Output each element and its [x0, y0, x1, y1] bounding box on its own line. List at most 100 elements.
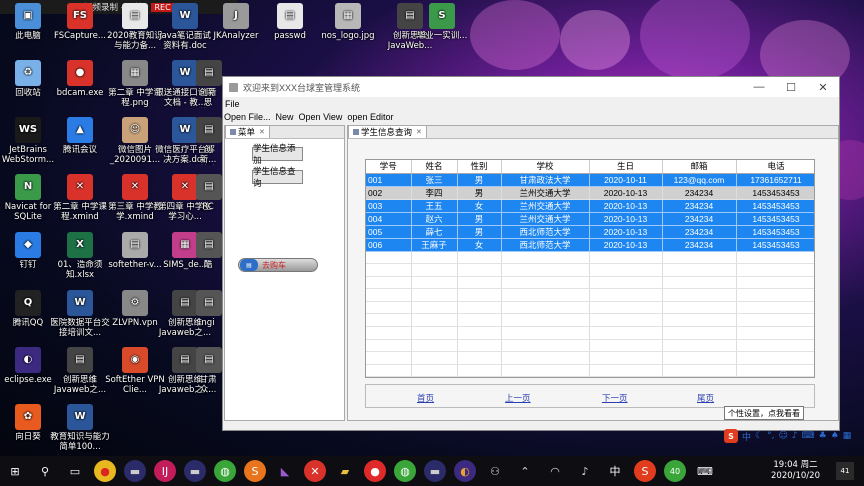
desktop-icon[interactable]: W 医院数据平台交接培训文...: [50, 290, 110, 338]
tab-student-query[interactable]: 学生信息查询 ✕: [348, 125, 427, 138]
column-header[interactable]: 学号: [366, 160, 412, 174]
table-cell[interactable]: 1453453453: [736, 199, 814, 213]
minimize-icon[interactable]: —: [743, 81, 775, 93]
table-cell[interactable]: 004: [366, 212, 412, 226]
desktop-icon[interactable]: X 01、造命须知.xlsx: [50, 232, 110, 280]
toolbar-new[interactable]: New: [276, 112, 294, 122]
shirt-icon[interactable]: ♠: [831, 431, 839, 441]
last-page-link[interactable]: 尾页: [697, 392, 714, 404]
table-cell[interactable]: 张三: [411, 173, 458, 187]
taskbar-lang[interactable]: 中: [604, 460, 626, 482]
table-row[interactable]: 001 张三男甘肃政法大学 2020-10-11 123@qq.com 17361652…: [366, 173, 814, 187]
desktop-icon[interactable]: S 毕业一实训...: [412, 3, 472, 41]
table-cell[interactable]: 1453453453: [736, 186, 814, 200]
table-cell[interactable]: 006: [366, 238, 412, 252]
desktop-icon[interactable]: J JKAnalyzer: [206, 3, 266, 41]
table-cell[interactable]: 西北师范大学: [501, 225, 590, 239]
column-header[interactable]: 性别: [457, 160, 502, 174]
app-icon[interactable]: ▬: [184, 460, 206, 482]
table-cell[interactable]: 234234: [662, 225, 737, 239]
notification-icon[interactable]: 41: [836, 462, 854, 480]
xmind-icon[interactable]: ✕: [304, 460, 326, 482]
table-cell[interactable]: 1453453453: [736, 225, 814, 239]
window-titlebar[interactable]: 欢迎来到XXX台球室管理系统 — ☐ ✕: [223, 77, 839, 97]
table-cell[interactable]: 002: [366, 186, 412, 200]
desktop-icon[interactable]: FS FSCapture...: [50, 3, 110, 41]
ime-tray-icon[interactable]: ⌨: [694, 460, 716, 482]
table-cell[interactable]: 男: [457, 212, 502, 226]
close-icon[interactable]: ✕: [807, 81, 839, 94]
table-cell[interactable]: 1453453453: [736, 238, 814, 252]
column-header[interactable]: 邮箱: [662, 160, 737, 174]
table-cell[interactable]: 2020-10-11: [589, 173, 663, 187]
desktop-icon[interactable]: ▤ passwd: [260, 3, 320, 41]
column-header[interactable]: 电话: [736, 160, 814, 174]
table-row[interactable]: 004 赵六男兰州交通大学 2020-10-13 234234 1453453453: [366, 212, 814, 226]
start-icon[interactable]: ⊞: [4, 460, 26, 482]
score-badge-icon[interactable]: 40: [664, 460, 686, 482]
wechat-icon[interactable]: ◍: [394, 460, 416, 482]
table-cell[interactable]: 234234: [662, 186, 737, 200]
table-cell[interactable]: 001: [366, 173, 412, 187]
table-cell[interactable]: 男: [457, 225, 502, 239]
toolbar-open-editor[interactable]: open Editor: [347, 112, 393, 122]
desktop-icon[interactable]: ▤ 创新思维Javaweb之...: [50, 347, 110, 395]
toolbar-open-view[interactable]: Open View: [299, 112, 343, 122]
table-cell[interactable]: 李四: [411, 186, 458, 200]
desktop-icon[interactable]: W 教育知识与能力简单100...: [50, 404, 110, 452]
table-cell[interactable]: 2020-10-13: [589, 225, 663, 239]
table-cell[interactable]: 005: [366, 225, 412, 239]
table-cell[interactable]: 女: [457, 199, 502, 213]
desktop-icon[interactable]: ▦ nos_logo.jpg: [318, 3, 378, 41]
student-add-button[interactable]: 学生信息添加: [252, 143, 303, 165]
table-row[interactable]: 006 王麻子女西北师范大学 2020-10-13 234234 1453453453: [366, 238, 814, 252]
chevron-up-icon[interactable]: ⌃: [514, 460, 536, 482]
sogou-tray-icon[interactable]: S: [634, 460, 656, 482]
grid-icon[interactable]: ▦: [843, 431, 852, 441]
volume-icon[interactable]: ♪: [574, 460, 596, 482]
column-header[interactable]: 学校: [501, 160, 590, 174]
column-header[interactable]: 生日: [589, 160, 663, 174]
keyboard-icon[interactable]: ⌨: [802, 431, 815, 441]
chrome-icon[interactable]: ●: [94, 460, 116, 482]
table-cell[interactable]: 兰州交通大学: [501, 212, 590, 226]
desktop-icon[interactable]: ▤ 创新...基础: [196, 117, 222, 165]
desktop-icon[interactable]: ▤ 甘肃众...: [196, 347, 222, 395]
desktop-icon[interactable]: ▤ RC: [196, 174, 222, 212]
table-cell[interactable]: 西北师范大学: [501, 238, 590, 252]
table-row[interactable]: 002 李四男兰州交通大学 2020-10-13 234234 1453453453: [366, 186, 814, 200]
ime-lang[interactable]: 中: [742, 430, 751, 443]
moon-icon[interactable]: ☾: [755, 431, 763, 441]
clock[interactable]: 19:04 周二 2020/10/20: [771, 460, 820, 482]
table-row[interactable]: 005 薛七男西北师范大学 2020-10-13 234234 1453453453: [366, 225, 814, 239]
table-cell[interactable]: 王麻子: [411, 238, 458, 252]
punctuation-icon[interactable]: °,: [767, 431, 774, 441]
menu-file[interactable]: File: [225, 99, 240, 109]
tab-menu[interactable]: 菜单 ✕: [225, 125, 270, 138]
wechat-icon[interactable]: ◍: [214, 460, 236, 482]
skin-icon[interactable]: ♣: [819, 431, 827, 441]
app-icon[interactable]: ▬: [124, 460, 146, 482]
table-cell[interactable]: 男: [457, 173, 502, 187]
table-cell[interactable]: 薛七: [411, 225, 458, 239]
student-table[interactable]: 学号 姓名 性别 学校 生日 邮箱 电话 001 张三男甘肃政法大学 2020-10-11 123…: [365, 159, 815, 378]
app-icon[interactable]: ▬: [424, 460, 446, 482]
people-icon[interactable]: ⚇: [484, 460, 506, 482]
explorer-icon[interactable]: ▰: [334, 460, 356, 482]
desktop-icon[interactable]: ▤ ngi: [196, 290, 222, 328]
table-cell[interactable]: 17361652711: [736, 173, 814, 187]
toolbar-open-file[interactable]: Open File...: [224, 112, 271, 122]
first-page-link[interactable]: 首页: [417, 392, 434, 404]
task-view-icon[interactable]: ▭: [64, 460, 86, 482]
table-cell[interactable]: 2020-10-13: [589, 199, 663, 213]
table-cell[interactable]: 234234: [662, 199, 737, 213]
screen-record-icon[interactable]: ●: [364, 460, 386, 482]
emoji-icon[interactable]: ☺: [778, 431, 787, 441]
desktop-icon[interactable]: ▲ 腾讯会议: [50, 117, 110, 155]
table-cell[interactable]: 王五: [411, 199, 458, 213]
intellij-icon[interactable]: IJ: [154, 460, 176, 482]
wifi-icon[interactable]: ◠: [544, 460, 566, 482]
next-page-link[interactable]: 下一页: [602, 392, 628, 404]
table-cell[interactable]: 123@qq.com: [662, 173, 737, 187]
search-icon[interactable]: ⚲: [34, 460, 56, 482]
